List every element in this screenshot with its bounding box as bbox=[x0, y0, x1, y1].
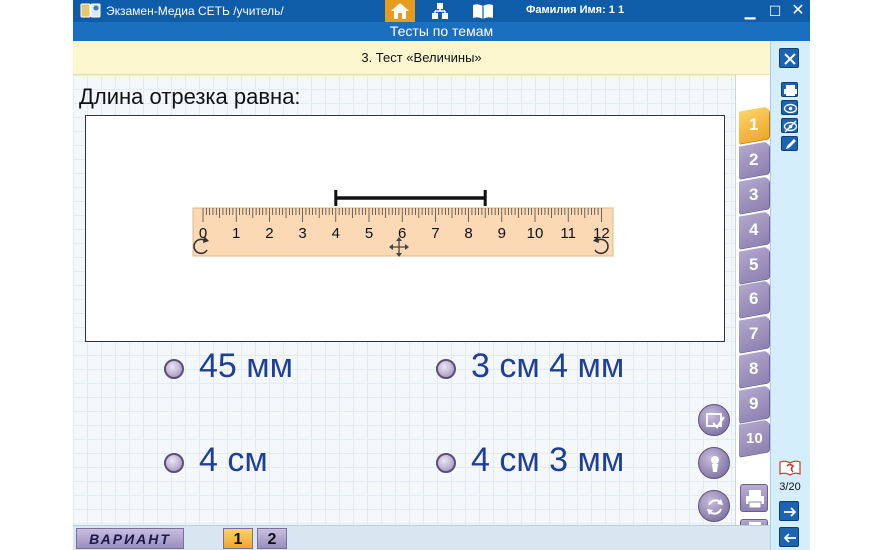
answer-option-4[interactable]: 4 см 3 мм bbox=[436, 441, 686, 481]
app-logo-icon bbox=[80, 3, 101, 18]
question-panel: Длина отрезка равна: 0 1 2 3 4 5 6 7 8 9 10 11 12 bbox=[73, 75, 736, 525]
tab-question-4[interactable]: 4 bbox=[739, 211, 769, 249]
answer-text: 3 см 4 мм bbox=[471, 347, 625, 385]
tab-question-10[interactable]: 10 bbox=[739, 419, 769, 457]
window-title: Экзамен-Медиа СЕТЬ /учитель/ bbox=[106, 4, 284, 18]
close-icon: ✕ bbox=[791, 2, 805, 19]
check-answer-button[interactable] bbox=[698, 404, 730, 436]
question-prompt: Длина отрезка равна: bbox=[79, 84, 301, 109]
ruler-figure: 0 1 2 3 4 5 6 7 8 9 10 11 12 bbox=[85, 115, 725, 342]
print-icon bbox=[746, 490, 764, 509]
section-title: Тесты по темам bbox=[73, 22, 810, 41]
check-list-icon bbox=[706, 413, 725, 429]
ruler-label: 11 bbox=[560, 225, 576, 242]
arrow-left-icon bbox=[783, 533, 796, 543]
answer-text: 4 см bbox=[199, 441, 268, 479]
bottom-bar: ВАРИАНТ 1 2 bbox=[73, 525, 770, 550]
measured-segment bbox=[334, 190, 487, 206]
pencil-icon bbox=[786, 139, 796, 149]
previous-button[interactable] bbox=[779, 527, 799, 547]
eye-icon bbox=[783, 103, 798, 114]
hint-icon bbox=[711, 456, 719, 472]
ruler-label: 8 bbox=[464, 225, 472, 242]
progress-counter: 3/20 bbox=[779, 481, 801, 493]
hint-button[interactable] bbox=[698, 447, 730, 479]
variant-label: ВАРИАНТ bbox=[76, 528, 184, 549]
maximize-icon: ☐ bbox=[768, 3, 782, 19]
answer-radio[interactable] bbox=[436, 453, 456, 473]
answer-radio[interactable] bbox=[164, 359, 184, 379]
tab-question-3[interactable]: 3 bbox=[739, 176, 769, 214]
tab-question-9[interactable]: 9 bbox=[739, 385, 769, 423]
structure-nav-button[interactable] bbox=[425, 0, 455, 22]
ruler-label: 4 bbox=[332, 225, 340, 242]
variant-1-button[interactable]: 1 bbox=[223, 528, 253, 549]
show-answer-button[interactable] bbox=[781, 100, 798, 115]
title-bar: Экзамен-Медиа СЕТЬ /учитель/ Фамилия Имя… bbox=[73, 0, 810, 22]
hide-answer-button[interactable] bbox=[781, 118, 798, 133]
ruler-drawing: 0 1 2 3 4 5 6 7 8 9 10 11 12 bbox=[192, 190, 614, 257]
answer-text: 45 мм bbox=[199, 347, 294, 385]
ruler-label: 9 bbox=[498, 225, 506, 242]
help-book-icon[interactable] bbox=[779, 459, 801, 477]
right-toolbar: 3/20 bbox=[770, 41, 810, 550]
book-nav-button[interactable] bbox=[467, 0, 497, 22]
refresh-button[interactable] bbox=[698, 490, 730, 522]
print-button[interactable] bbox=[781, 82, 798, 97]
ruler-label: 3 bbox=[298, 225, 306, 242]
print-question-button[interactable] bbox=[740, 484, 768, 512]
tab-question-8[interactable]: 8 bbox=[739, 350, 769, 388]
answer-option-1[interactable]: 45 мм bbox=[164, 347, 414, 387]
test-title: 3. Тест «Величины» bbox=[73, 41, 770, 75]
user-name-label: Фамилия Имя: 1 1 bbox=[526, 4, 625, 16]
maximize-button[interactable]: ☐ bbox=[766, 1, 784, 21]
question-tabs: 1 2 3 4 5 6 7 8 9 10 bbox=[736, 75, 770, 530]
eye-crossed-icon bbox=[783, 120, 798, 133]
variant-2-button[interactable]: 2 bbox=[257, 528, 287, 549]
home-icon bbox=[391, 3, 409, 19]
minimize-button[interactable]: ▁ bbox=[741, 1, 759, 21]
minimize-icon: ▁ bbox=[744, 3, 756, 19]
print-icon bbox=[784, 85, 797, 96]
next-button[interactable] bbox=[779, 501, 799, 521]
tab-question-2[interactable]: 2 bbox=[739, 141, 769, 179]
tab-question-1[interactable]: 1 bbox=[739, 106, 769, 144]
tab-question-6[interactable]: 6 bbox=[739, 280, 769, 318]
answer-option-2[interactable]: 3 см 4 мм bbox=[436, 347, 686, 387]
close-icon bbox=[784, 53, 796, 65]
arrow-right-icon bbox=[784, 507, 797, 517]
book-icon bbox=[473, 4, 493, 19]
ruler-label: 2 bbox=[265, 225, 273, 242]
ruler-label: 1 bbox=[232, 225, 240, 242]
tab-question-5[interactable]: 5 bbox=[739, 246, 769, 284]
close-test-button[interactable] bbox=[779, 48, 799, 68]
edit-button[interactable] bbox=[781, 136, 798, 151]
tab-question-7[interactable]: 7 bbox=[739, 315, 769, 353]
answer-radio[interactable] bbox=[164, 453, 184, 473]
answer-radio[interactable] bbox=[436, 359, 456, 379]
home-nav-button[interactable] bbox=[385, 0, 415, 22]
app-window: Экзамен-Медиа СЕТЬ /учитель/ Фамилия Имя… bbox=[73, 0, 810, 550]
ruler-label: 10 bbox=[527, 225, 544, 242]
ruler-label: 7 bbox=[431, 225, 439, 242]
answer-text: 4 см 3 мм bbox=[471, 441, 625, 479]
refresh-icon bbox=[707, 499, 723, 515]
tree-icon bbox=[432, 3, 448, 19]
ruler-label: 5 bbox=[365, 225, 373, 242]
window-close-button[interactable]: ✕ bbox=[789, 1, 807, 21]
answer-option-3[interactable]: 4 см bbox=[164, 441, 414, 481]
